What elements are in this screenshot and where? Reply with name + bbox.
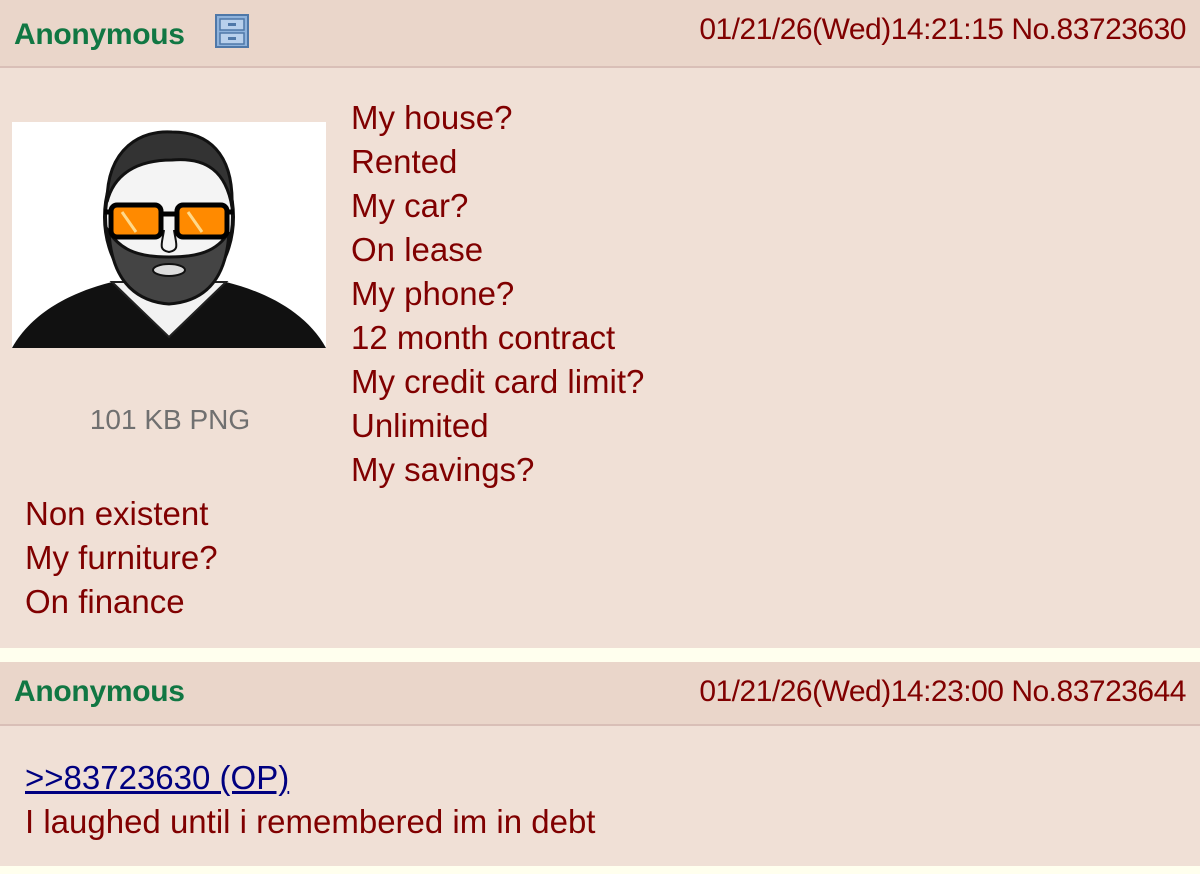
op-poster-name: Anonymous [14, 18, 185, 51]
message-line: My phone? [351, 275, 515, 312]
message-line: My credit card limit? [351, 363, 645, 400]
bearded-man-sunglasses-image [12, 122, 326, 348]
post-image-thumbnail[interactable] [12, 122, 326, 348]
message-line: My house? [351, 99, 513, 136]
op-post-header: Anonymous 01/21/26(Wed)14:21:15 No.83723… [0, 0, 1200, 68]
file-info: 101 KB PNG [89, 404, 251, 435]
filing-cabinet-icon [215, 14, 249, 48]
reply-message: I laughed until i remembered im in debt [25, 803, 596, 840]
op-post-meta[interactable]: 01/21/26(Wed)14:21:15 No.83723630 [699, 13, 1186, 47]
reply-post-header: Anonymous 01/21/26(Wed)14:23:00 No.83723… [0, 662, 1200, 726]
reply-post-meta[interactable]: 01/21/26(Wed)14:23:00 No.83723644 [699, 675, 1186, 709]
message-line: My car? [351, 187, 469, 224]
op-post: Anonymous 01/21/26(Wed)14:21:15 No.83723… [0, 0, 1200, 648]
reply-post: Anonymous 01/21/26(Wed)14:23:00 No.83723… [0, 662, 1200, 866]
reply-poster-name: Anonymous [14, 675, 185, 708]
message-line: Non existent [25, 495, 209, 532]
message-line: 12 month contract [351, 319, 616, 356]
message-line: Rented [351, 143, 458, 180]
quote-link[interactable]: >>83723630 (OP) [25, 756, 289, 800]
message-line: My savings? [351, 451, 535, 488]
message-line: On lease [351, 231, 484, 268]
message-line: On finance [25, 583, 185, 620]
message-line: My furniture? [25, 539, 218, 576]
message-line: Unlimited [351, 407, 489, 444]
